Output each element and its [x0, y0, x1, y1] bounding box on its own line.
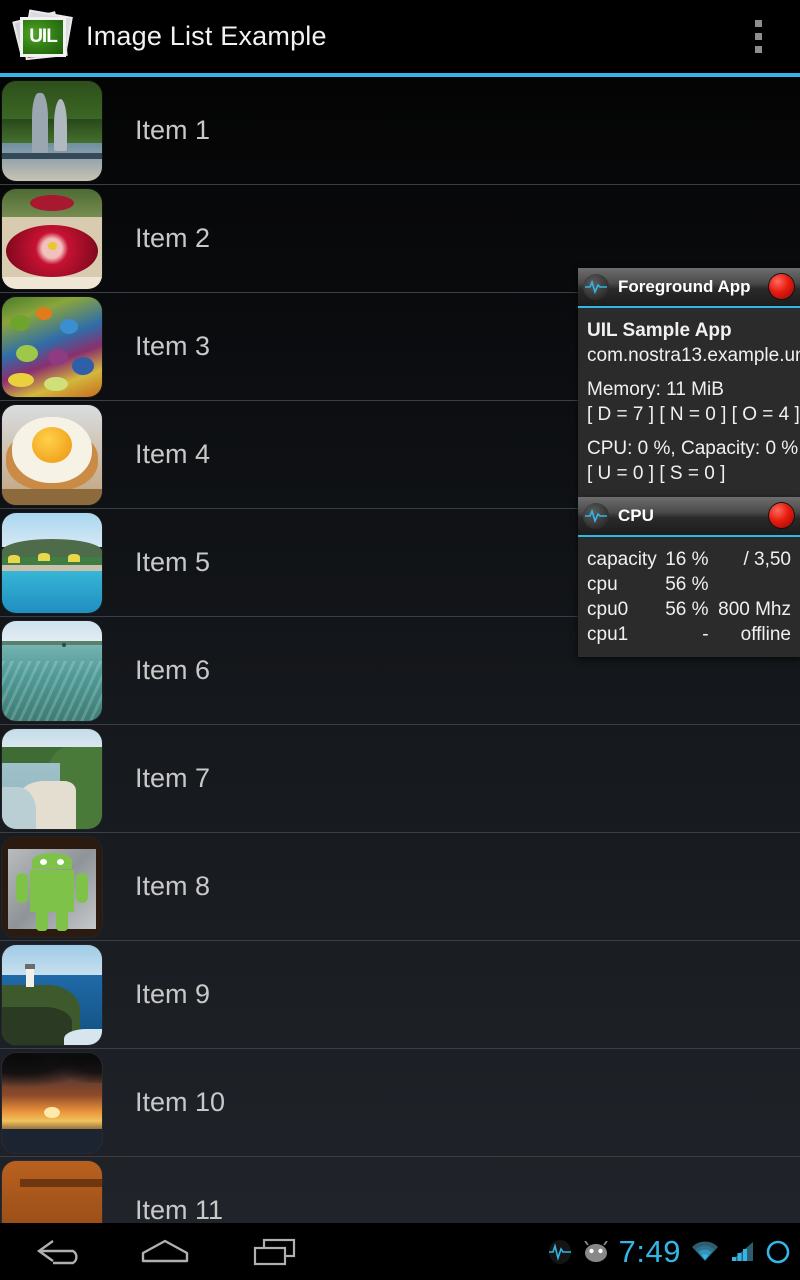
cpu-value: 800 Mhz — [718, 599, 791, 620]
coastal-beach-thumbnail — [2, 728, 102, 829]
wifi-icon — [690, 1240, 720, 1264]
table-row: capacity 16 % / 3,50 — [578, 547, 800, 572]
action-bar: UIL Image List Example — [0, 0, 800, 73]
panel-line: [ U = 0 ] [ S = 0 ] — [587, 463, 726, 484]
navigation-bar: 7:49 — [0, 1223, 800, 1280]
fried-egg-thumbnail — [2, 404, 102, 505]
cpu-table: capacity 16 % / 3,50 cpu 56 % cpu0 56 % … — [578, 547, 800, 647]
list-item-label: Item 6 — [135, 655, 211, 685]
panel-line: com.nostra13.example.un — [587, 345, 800, 366]
panel-line: CPU: 0 %, Capacity: 0 % — [587, 438, 799, 459]
panel-group: UIL Sample App com.nostra13.example.un — [587, 318, 800, 368]
panel-header[interactable]: CPU — [578, 497, 800, 537]
foreground-app-panel[interactable]: Foreground App UIL Sample App com.nostra… — [578, 268, 800, 498]
resort-pool-thumbnail — [2, 512, 102, 613]
signal-bars-icon — [729, 1240, 755, 1264]
record-dot-icon[interactable] — [769, 503, 794, 528]
cpu-percent: - — [702, 624, 709, 645]
sunset-tree-thumbnail — [2, 1052, 102, 1153]
android-figures-thumbnail — [2, 1160, 102, 1223]
panel-group: Memory: 11 MiB [ D = 7 ] [ N = 0 ] [ O =… — [587, 377, 800, 427]
panel-line: Memory: 11 MiB — [587, 379, 724, 400]
list-item[interactable]: Item 10 — [0, 1049, 800, 1157]
android-screen: UIL Image List Example Item 1 Item 2 Ite… — [0, 0, 800, 1280]
list-item-label: Item 8 — [135, 871, 211, 901]
cpu-label: capacity — [587, 549, 657, 570]
panel-header[interactable]: Foreground App — [578, 268, 800, 308]
pulse-icon — [583, 274, 609, 300]
statue-in-park-thumbnail — [2, 80, 102, 181]
list-item-label: Item 1 — [135, 115, 211, 145]
rose-petal-bowl-thumbnail — [2, 188, 102, 289]
panel-body: capacity 16 % / 3,50 cpu 56 % cpu0 56 % … — [578, 537, 800, 657]
cpu-value — [713, 572, 800, 597]
fruit-market-thumbnail — [2, 296, 102, 397]
panel-group: CPU: 0 %, Capacity: 0 % [ U = 0 ] [ S = … — [587, 436, 800, 486]
list-item-label: Item 4 — [135, 439, 211, 469]
clear-sea-thumbnail — [2, 620, 102, 721]
list-item-label: Item 9 — [135, 979, 211, 1009]
list-item-label: Item 3 — [135, 331, 211, 361]
android-head-icon — [582, 1240, 610, 1263]
logo-text: UIL — [29, 26, 58, 47]
panel-title: CPU — [618, 506, 654, 525]
recent-apps-icon[interactable] — [225, 1223, 325, 1280]
cpu-value: / 3,50 — [743, 549, 791, 570]
back-arrow-icon[interactable] — [10, 1223, 110, 1280]
cpu-value: offline — [740, 624, 791, 645]
list-item-label: Item 11 — [135, 1195, 224, 1223]
cpu-percent: 56 % — [665, 574, 709, 595]
list-item-label: Item 2 — [135, 223, 211, 253]
panel-body: UIL Sample App com.nostra13.example.un M… — [578, 308, 800, 498]
home-icon[interactable] — [115, 1223, 215, 1280]
cpu-percent: 56 % — [665, 599, 709, 620]
list-item[interactable]: Item 1 — [0, 77, 800, 185]
cpu-percent: 16 % — [665, 549, 709, 570]
list-item-label: Item 5 — [135, 547, 211, 577]
panel-line: [ D = 7 ] [ N = 0 ] [ O = 4 ] — [587, 404, 800, 425]
page-title: Image List Example — [86, 21, 327, 51]
table-row: cpu 56 % — [578, 572, 800, 597]
android-cake-thumbnail — [2, 836, 102, 937]
list-item[interactable]: Item 7 — [0, 725, 800, 833]
record-dot-icon[interactable] — [769, 274, 794, 299]
status-icons: 7:49 — [547, 1223, 792, 1280]
cpu-label: cpu — [587, 574, 618, 595]
panel-title: Foreground App — [618, 277, 751, 296]
status-clock: 7:49 — [618, 1234, 681, 1269]
cpu-panel[interactable]: CPU capacity 16 % / 3,50 cpu 56 % cpu0 5… — [578, 497, 800, 657]
list-item-label: Item 10 — [135, 1087, 226, 1117]
pulse-icon — [583, 503, 609, 529]
pulse-status-icon[interactable] — [547, 1239, 573, 1265]
table-row: cpu0 56 % 800 Mhz — [578, 597, 800, 622]
list-item[interactable]: Item 11 — [0, 1157, 800, 1223]
battery-circle-icon — [764, 1238, 792, 1266]
list-item-label: Item 7 — [135, 763, 211, 793]
cpu-label: cpu1 — [587, 624, 629, 645]
table-row: cpu1 - offline — [578, 622, 800, 647]
cpu-label: cpu0 — [587, 599, 629, 620]
panel-line: UIL Sample App — [587, 320, 732, 341]
list-item[interactable]: Item 9 — [0, 941, 800, 1049]
list-item[interactable]: Item 8 — [0, 833, 800, 941]
uil-photo-stack-icon: UIL — [12, 8, 73, 64]
overflow-menu-icon[interactable] — [738, 0, 778, 73]
lighthouse-cliff-thumbnail — [2, 944, 102, 1045]
